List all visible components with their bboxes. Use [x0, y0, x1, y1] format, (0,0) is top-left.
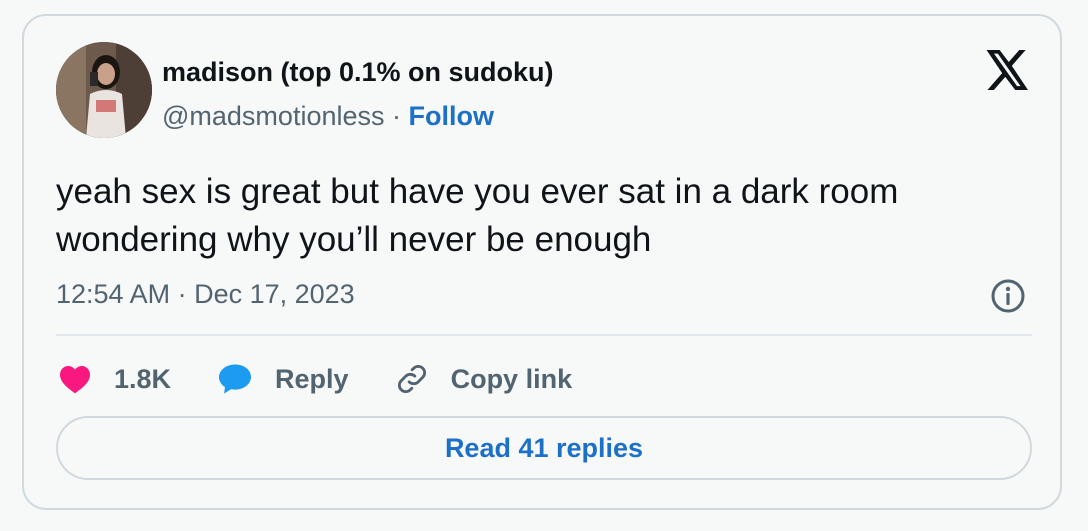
x-logo-icon[interactable]	[986, 50, 1030, 90]
link-icon	[397, 365, 426, 393]
action-bar: 1.8K Reply Copy link	[58, 356, 618, 402]
copy-link-button[interactable]: Copy link	[395, 362, 573, 396]
read-replies-label: Read 41 replies	[444, 432, 644, 463]
reply-label: Reply	[275, 363, 349, 394]
copy-link-label: Copy link	[450, 363, 573, 394]
author-info: madison (top 0.1% on sudoku) @madsmotion…	[162, 56, 554, 132]
handle-line: @madsmotionless · Follow	[162, 100, 554, 132]
heart-icon	[60, 366, 90, 394]
like-button[interactable]: 1.8K	[58, 364, 171, 395]
meta-row: 12:54 AM · Dec 17, 2023	[56, 278, 1026, 318]
read-replies-button[interactable]: Read 41 replies	[56, 416, 1032, 480]
user-handle[interactable]: @madsmotionless	[162, 101, 385, 131]
avatar-photo	[56, 42, 152, 138]
info-icon[interactable]	[990, 278, 1026, 314]
tweet-card: madison (top 0.1% on sudoku) @madsmotion…	[22, 14, 1062, 510]
avatar[interactable]	[56, 42, 152, 138]
divider	[56, 334, 1032, 336]
separator-dot: ·	[392, 101, 402, 131]
display-name[interactable]: madison (top 0.1% on sudoku)	[162, 56, 554, 88]
timestamp[interactable]: 12:54 AM · Dec 17, 2023	[56, 279, 355, 309]
like-count: 1.8K	[114, 363, 172, 394]
follow-link[interactable]: Follow	[409, 101, 494, 131]
reply-button[interactable]: Reply	[217, 363, 349, 395]
reply-bubble-icon	[219, 364, 252, 394]
tweet-text: yeah sex is great but have you ever sat …	[56, 172, 899, 259]
